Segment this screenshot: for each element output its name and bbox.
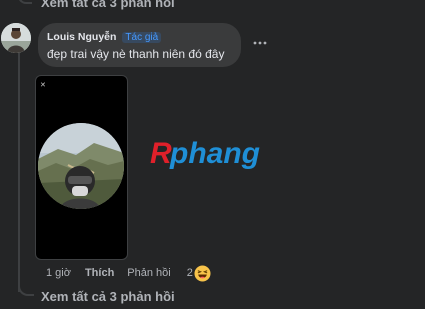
haha-emoji-icon xyxy=(194,264,211,282)
comment-thread: Xem tất cả 3 phản hồi Louis Nguyễn Tác g… xyxy=(0,0,425,309)
view-more-replies-top-link[interactable]: Xem tất cả 3 phản hồi xyxy=(41,0,175,10)
comment-bubble: Louis Nguyễn Tác giả đẹp trai vậy nè tha… xyxy=(38,23,241,67)
like-button[interactable]: Thích xyxy=(85,267,114,279)
svg-text:phang: phang xyxy=(169,137,260,170)
svg-text:R: R xyxy=(150,137,172,170)
comment-timestamp[interactable]: 1 giờ xyxy=(46,267,71,279)
photo-image xyxy=(38,123,124,209)
close-icon[interactable]: ✕ xyxy=(40,82,48,90)
attached-photo xyxy=(38,123,124,209)
comment-media-attachment[interactable]: ✕ xyxy=(35,75,128,260)
more-options-button[interactable] xyxy=(250,35,270,51)
rphang-watermark-logo: R phang xyxy=(150,133,280,173)
avatar[interactable] xyxy=(1,23,31,53)
thread-connector-bottom xyxy=(18,282,34,296)
view-more-replies-bottom-link[interactable]: Xem tất cả 3 phản hồi xyxy=(41,289,175,304)
more-horizontal-icon xyxy=(253,41,267,45)
reaction-summary[interactable]: 2 xyxy=(186,264,211,282)
reply-button[interactable]: Phản hồi xyxy=(127,267,170,279)
reaction-count: 2 xyxy=(186,267,193,279)
thread-connector-top xyxy=(18,0,32,4)
comment-author-name[interactable]: Louis Nguyễn xyxy=(47,31,116,43)
comment-actions: 1 giờ Thích Phản hồi 2 xyxy=(46,264,211,282)
avatar-image xyxy=(1,23,31,53)
comment-text: đẹp trai vậy nè thanh niên đó đây xyxy=(47,47,225,61)
author-badge: Tác giả xyxy=(122,31,162,43)
thread-line xyxy=(18,52,20,292)
